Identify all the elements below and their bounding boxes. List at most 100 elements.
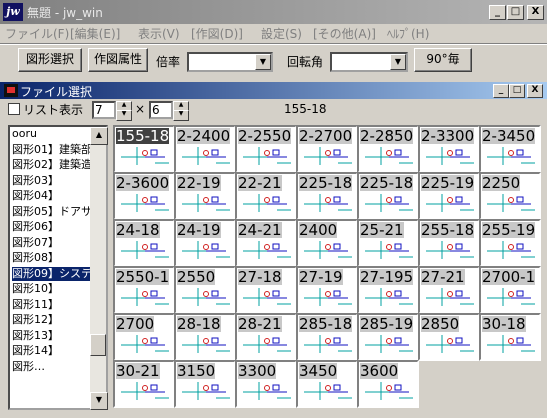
tree-item[interactable]: 図形03】 <box>12 174 59 188</box>
close-button[interactable]: X <box>527 5 544 20</box>
scroll-thumb[interactable] <box>90 334 106 356</box>
cad-thumbnail-icon <box>426 241 474 259</box>
file-name: 24-21 <box>238 221 282 239</box>
rows-spinner[interactable]: ▲ ▼ <box>173 101 189 121</box>
file-thumbnail[interactable]: 255-18 <box>418 219 480 267</box>
file-thumbnail[interactable]: 30-21 <box>113 360 175 408</box>
tree-item[interactable]: 図形04】 <box>12 189 59 203</box>
menu-view[interactable]: 表示(V) <box>138 25 180 42</box>
file-thumbnail[interactable]: 285-18 <box>296 313 358 361</box>
file-thumbnail[interactable]: 25-21 <box>357 219 419 267</box>
tree-item[interactable]: 図形13】 <box>12 329 59 343</box>
cad-thumbnail-icon <box>304 382 352 400</box>
tree-item[interactable]: 図形11】 <box>12 298 59 312</box>
menu-help[interactable]: ﾍﾙﾌﾟ(H) <box>387 25 429 42</box>
cad-thumbnail-icon <box>365 194 413 212</box>
rotate-90-button[interactable]: 90°毎 <box>414 48 472 72</box>
list-view-label[interactable]: リスト表示 <box>23 101 83 118</box>
file-thumbnail[interactable]: 27-21 <box>418 266 480 314</box>
file-thumbnail[interactable]: 28-21 <box>235 313 297 361</box>
menu-other[interactable]: [その他(A)] <box>313 25 376 42</box>
file-name: 27-18 <box>238 268 282 286</box>
file-thumbnail[interactable]: 3450 <box>296 360 358 408</box>
file-thumbnail[interactable]: 2700-1 <box>479 266 541 314</box>
tree-item[interactable]: ooru <box>12 127 37 141</box>
tree-item[interactable]: 図形02】建築造 <box>12 158 92 172</box>
file-thumbnail[interactable]: 27-18 <box>235 266 297 314</box>
maximize-button[interactable]: □ <box>507 5 524 20</box>
spin-down-icon[interactable]: ▼ <box>116 110 132 121</box>
file-thumbnail[interactable]: 2-2700 <box>296 125 358 173</box>
file-thumbnail[interactable]: 24-18 <box>113 219 175 267</box>
tree-item[interactable]: 図形08】 <box>12 251 59 265</box>
scale-combo[interactable]: ▼ <box>187 52 273 72</box>
tree-item[interactable]: 図形12】 <box>12 313 59 327</box>
rows-input[interactable]: 6 <box>149 101 173 119</box>
file-thumbnail[interactable]: 24-19 <box>174 219 236 267</box>
menu-file[interactable]: ファイル(F) <box>5 25 69 42</box>
file-thumbnail[interactable]: 2-3300 <box>418 125 480 173</box>
cad-thumbnail-icon <box>243 241 291 259</box>
columns-input[interactable]: 7 <box>92 101 116 119</box>
file-thumbnail[interactable]: 27-195 <box>357 266 419 314</box>
file-thumbnail[interactable]: 3600 <box>357 360 419 408</box>
file-thumbnail[interactable]: 24-21 <box>235 219 297 267</box>
file-thumbnail[interactable]: 28-18 <box>174 313 236 361</box>
file-thumbnail[interactable]: 30-18 <box>479 313 541 361</box>
menu-settings[interactable]: 設定(S) <box>261 25 302 42</box>
file-thumbnail[interactable]: 2850 <box>418 313 480 361</box>
tree-item[interactable]: 図形07】 <box>12 236 59 250</box>
chevron-down-icon[interactable]: ▼ <box>390 54 406 70</box>
file-thumbnail[interactable]: 255-19 <box>479 219 541 267</box>
cad-thumbnail-icon <box>365 288 413 306</box>
file-thumbnail[interactable]: 2-2400 <box>174 125 236 173</box>
file-name: 2-3450 <box>482 127 536 145</box>
menu-edit[interactable]: [編集(E)] <box>70 25 120 42</box>
list-view-checkbox[interactable] <box>8 103 20 115</box>
dialog-title: ファイル選択 <box>20 85 93 99</box>
cad-thumbnail-icon <box>426 147 474 165</box>
file-thumbnail[interactable]: 22-19 <box>174 172 236 220</box>
file-thumbnail[interactable]: 22-21 <box>235 172 297 220</box>
file-thumbnail[interactable]: 225-18 <box>296 172 358 220</box>
file-thumbnail[interactable]: 2700 <box>113 313 175 361</box>
spin-down-icon[interactable]: ▼ <box>173 110 189 121</box>
tree-item[interactable]: 図形… <box>12 360 45 374</box>
file-thumbnail[interactable]: 285-19 <box>357 313 419 361</box>
cad-thumbnail-icon <box>121 288 169 306</box>
dialog-close-button[interactable]: X <box>527 84 543 98</box>
file-thumbnail[interactable]: 2250 <box>479 172 541 220</box>
file-thumbnail[interactable]: 155-18 <box>113 125 175 173</box>
file-thumbnail[interactable]: 2400 <box>296 219 358 267</box>
file-thumbnail[interactable]: 225-19 <box>418 172 480 220</box>
file-thumbnail[interactable]: 2-3600 <box>113 172 175 220</box>
file-thumbnail[interactable]: 3150 <box>174 360 236 408</box>
file-name: 3150 <box>177 362 216 380</box>
minimize-button[interactable]: _ <box>489 5 506 20</box>
tree-item[interactable]: 図形10】 <box>12 282 59 296</box>
dialog-maximize-button[interactable]: □ <box>509 84 525 98</box>
file-thumbnail[interactable]: 225-18 <box>357 172 419 220</box>
file-name: 27-21 <box>421 268 465 286</box>
scroll-up-icon[interactable]: ▲ <box>90 127 108 145</box>
rotation-combo[interactable]: ▼ <box>330 52 408 72</box>
select-shape-button[interactable]: 図形選択 <box>18 48 82 72</box>
file-thumbnail[interactable]: 2550 <box>174 266 236 314</box>
file-thumbnail[interactable]: 3300 <box>235 360 297 408</box>
tree-item[interactable]: 図形01】建築部 <box>12 143 92 157</box>
tree-item[interactable]: 図形14】 <box>12 344 59 358</box>
menu-draw[interactable]: [作図(D)] <box>191 25 243 42</box>
file-thumbnail[interactable]: 2-2550 <box>235 125 297 173</box>
file-thumbnail[interactable]: 2-3450 <box>479 125 541 173</box>
scroll-down-icon[interactable]: ▼ <box>90 392 108 410</box>
columns-spinner[interactable]: ▲ ▼ <box>116 101 132 121</box>
app-icon[interactable]: jw <box>3 3 23 21</box>
tree-item[interactable]: 図形06】 <box>12 220 59 234</box>
tree-scrollbar[interactable]: ▲ ▼ <box>90 127 108 410</box>
file-thumbnail[interactable]: 2550-1 <box>113 266 175 314</box>
shape-attribute-button[interactable]: 作図属性 <box>88 48 148 72</box>
chevron-down-icon[interactable]: ▼ <box>255 54 271 70</box>
dialog-minimize-button[interactable]: _ <box>493 84 509 98</box>
file-thumbnail[interactable]: 27-19 <box>296 266 358 314</box>
file-thumbnail[interactable]: 2-2850 <box>357 125 419 173</box>
